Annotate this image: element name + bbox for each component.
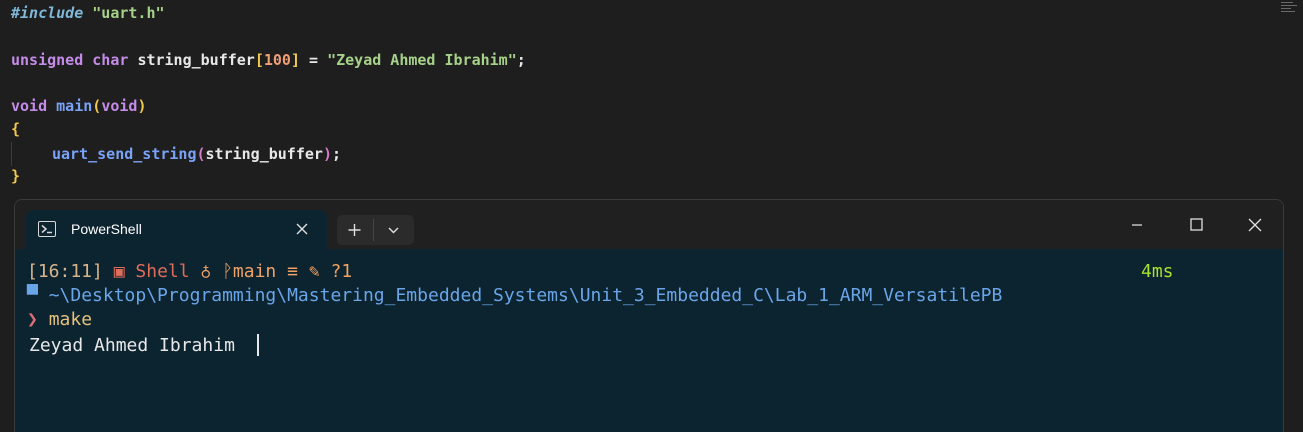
edit-icon: ✎: [308, 261, 320, 282]
divider: [373, 219, 374, 241]
shell-icon: ▣: [113, 261, 125, 282]
command-duration: 4ms: [1141, 261, 1174, 282]
prompt-chevron-icon: ❯: [27, 309, 38, 330]
minimap[interactable]: [1281, 2, 1299, 18]
git-branch: main: [232, 261, 277, 282]
code-line-6: {: [11, 118, 20, 140]
param-type: void: [101, 97, 138, 115]
close-icon: [1248, 218, 1262, 232]
code-line-1: #include "uart.h": [11, 2, 165, 24]
return-type: void: [11, 97, 48, 115]
function-name: main: [56, 97, 93, 115]
code-line-7: uart_send_string(string_buffer);: [52, 143, 341, 165]
bracket: ]: [290, 51, 300, 69]
minimize-icon: [1132, 224, 1142, 226]
type-keyword: unsigned char: [11, 51, 129, 69]
code-line-5: void main(void): [11, 95, 146, 117]
chevron-down-icon: [388, 227, 399, 234]
paren: (: [92, 97, 102, 115]
close-window-button[interactable]: [1243, 213, 1267, 237]
text-cursor: [257, 334, 259, 356]
terminal-titlebar[interactable]: PowerShell: [15, 200, 1283, 249]
minimize-button[interactable]: [1125, 213, 1149, 237]
terminal-window: PowerShell [16:11] ▣ Shell ♁ ᚹmain ≡ ✎ ?…: [14, 199, 1284, 432]
paren: ): [322, 145, 332, 163]
call-function-name: uart_send_string: [52, 145, 197, 163]
untracked-count: ?1: [330, 261, 353, 282]
git-icon: ♁: [200, 261, 212, 282]
array-size: 100: [263, 51, 291, 69]
string-literal: "Zeyad Ahmed Ibrahim": [327, 51, 517, 69]
maximize-icon: [1190, 218, 1203, 231]
indent-guide: [11, 142, 12, 166]
code-line-8: }: [11, 165, 20, 187]
open-brace: {: [11, 120, 21, 138]
shell-name: Shell: [135, 261, 190, 282]
folder-icon: ▀: [27, 285, 38, 306]
semicolon: ;: [331, 145, 341, 163]
assign-operator: =: [300, 51, 328, 69]
call-argument: string_buffer: [205, 145, 323, 163]
git-status-symbol: ≡: [287, 261, 298, 282]
paren: ): [137, 97, 147, 115]
prompt-path-line: ▀ ~\Desktop\Programming\Mastering_Embedd…: [27, 284, 1002, 308]
include-file: "uart.h": [92, 4, 165, 22]
plus-icon: [348, 224, 361, 236]
new-tab-button[interactable]: [337, 215, 372, 245]
tab-title: PowerShell: [71, 221, 142, 237]
git-branch-icon: ᚹ: [222, 261, 233, 282]
code-line-3: unsigned char string_buffer[100] = "Zeya…: [11, 49, 526, 71]
variable-name: string_buffer: [137, 51, 255, 69]
prompt-time: [16:11]: [27, 261, 103, 282]
close-brace: }: [11, 167, 21, 185]
bracket: [: [254, 51, 264, 69]
terminal-content[interactable]: [16:11] ▣ Shell ♁ ᚹmain ≡ ✎ ?1 4ms ▀ ~\D…: [15, 249, 1283, 432]
maximize-button[interactable]: [1184, 213, 1208, 237]
paren: (: [196, 145, 206, 163]
command-output: Zeyad Ahmed Ibrahim: [29, 334, 235, 358]
profiles-dropdown-button[interactable]: [375, 215, 412, 245]
command-text: make: [48, 309, 93, 330]
prompt-status-line: [16:11] ▣ Shell ♁ ᚹmain ≡ ✎ ?1: [27, 260, 352, 284]
preprocessor-directive: #include: [11, 4, 84, 22]
output-text: Zeyad Ahmed Ibrahim: [29, 335, 235, 356]
close-tab-icon[interactable]: [294, 221, 310, 237]
current-path: ~\Desktop\Programming\Mastering_Embedded…: [48, 285, 1003, 306]
tab-powershell[interactable]: PowerShell: [26, 210, 327, 249]
semicolon: ;: [516, 51, 526, 69]
powershell-icon: [38, 221, 56, 237]
tab-actions: [337, 215, 414, 245]
command-line: ❯ make: [27, 308, 92, 332]
